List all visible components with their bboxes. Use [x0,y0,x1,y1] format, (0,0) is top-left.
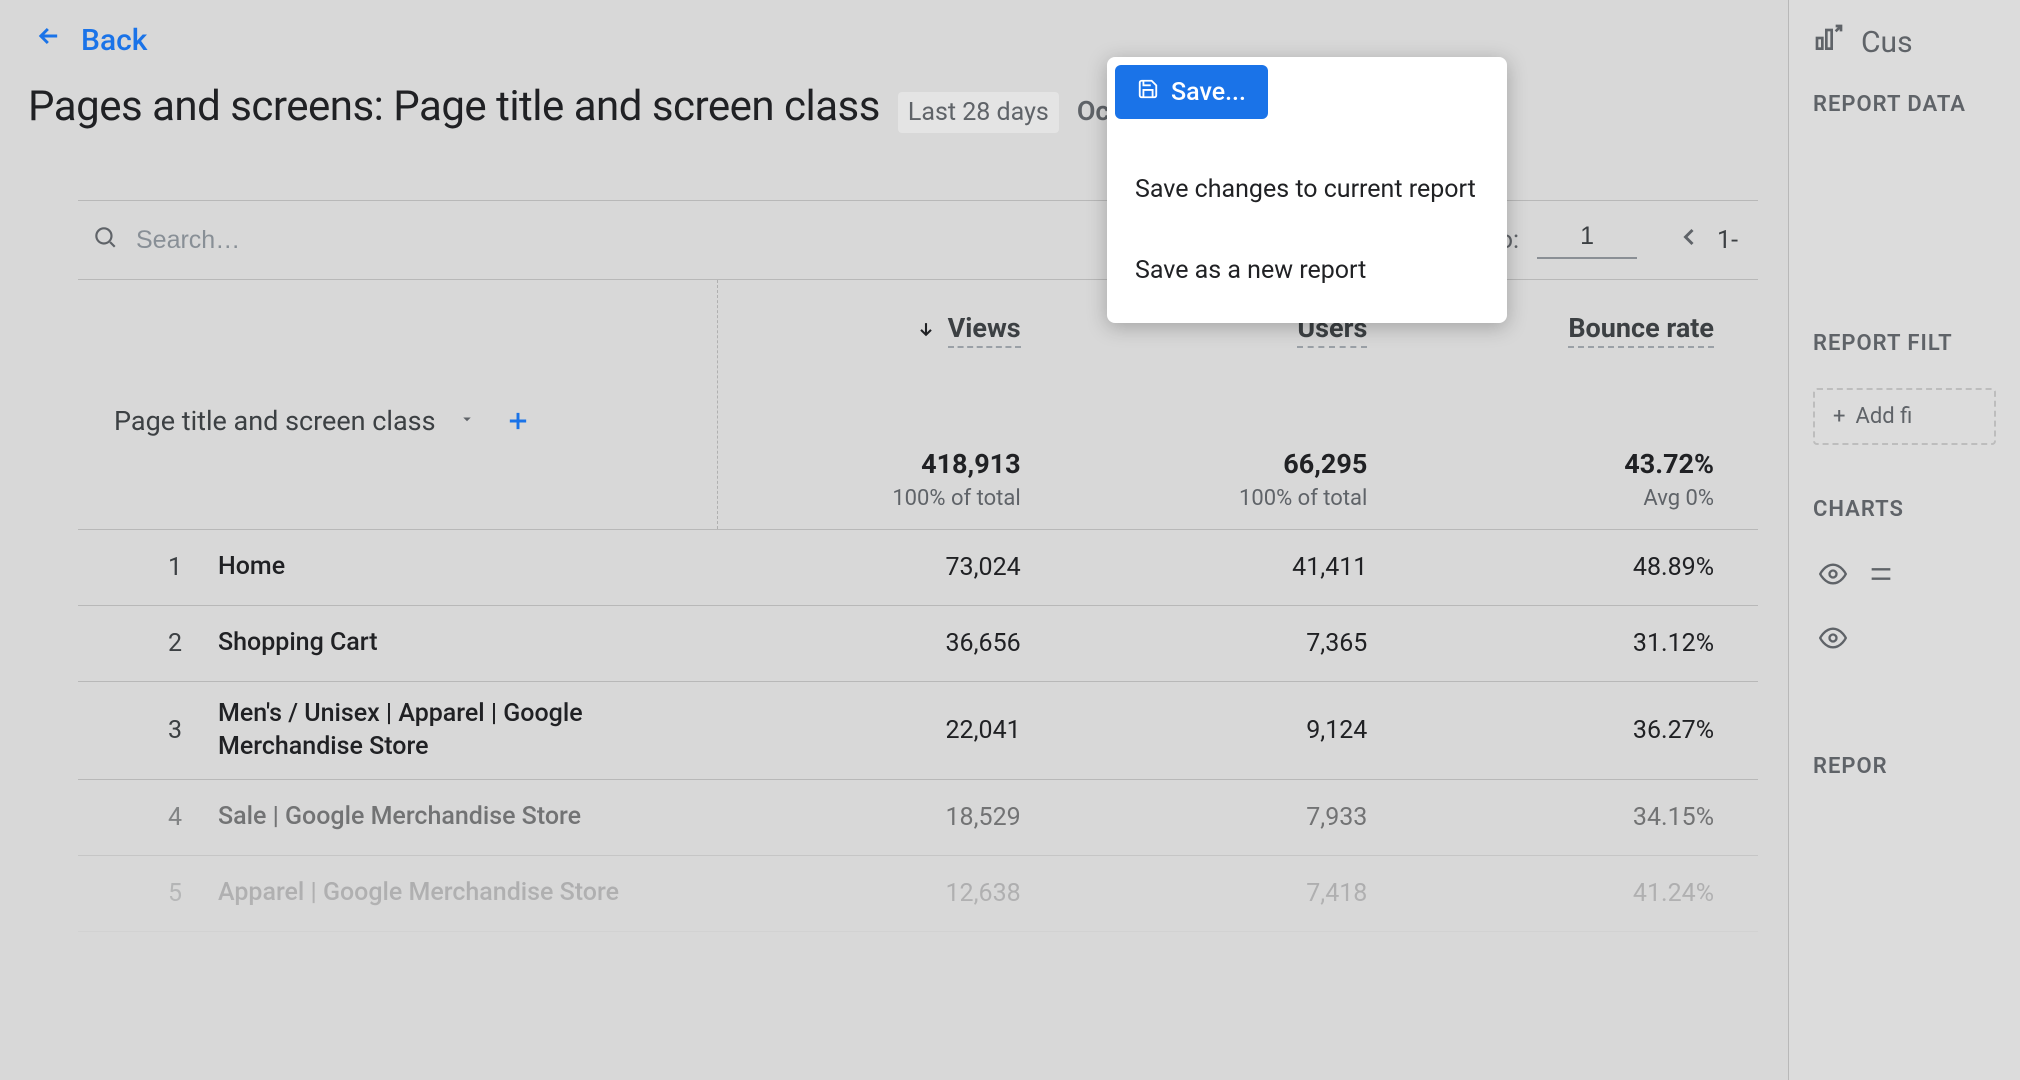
row-index: 4 [78,803,218,832]
chart-visibility-toggle-2[interactable] [1789,608,2020,672]
row-index: 2 [78,629,218,658]
customize-panel: Cus REPORT DATA REPORT FILT + Add fi CHA… [1788,0,2020,1080]
save-changes-option[interactable]: Save changes to current report [1107,149,1507,230]
search-input[interactable] [136,226,336,255]
customize-header[interactable]: Cus [1789,8,2020,70]
row-views: 36,656 [718,629,1065,658]
section-charts: CHARTS [1789,475,2020,544]
table-row[interactable]: 3 Men's / Unisex | Apparel | Google Merc… [78,682,1758,780]
row-views: 18,529 [718,803,1065,832]
table-body: 1 Home 73,024 41,411 48.89% 2 Shopping C… [78,530,1758,932]
row-label: Sale | Google Merchandise Store [218,785,718,850]
row-views: 73,024 [718,553,1065,582]
metric-subtext: 100% of total [1065,486,1368,511]
page-title: Pages and screens: Page title and screen… [28,82,880,131]
metric-total: 66,295 [1065,448,1368,480]
row-bounce: 31.12% [1411,629,1758,658]
metric-label: Views [948,312,1021,348]
arrow-left-icon [35,22,63,58]
row-views: 12,638 [718,879,1065,908]
table-row[interactable]: 4 Sale | Google Merchandise Store 18,529… [78,780,1758,856]
metric-total: 43.72% [1411,448,1714,480]
row-users: 9,124 [1065,716,1412,745]
metric-label: Bounce rate [1568,312,1714,348]
add-filter-button[interactable]: + Add fi [1813,388,1996,445]
sort-descending-icon [916,314,936,346]
customize-icon [1813,22,1845,62]
row-label: Apparel | Google Merchandise Store [218,861,718,926]
metric-subtext: Avg 0% [1411,486,1714,511]
table-row[interactable]: 2 Shopping Cart 36,656 7,365 31.12% [78,606,1758,682]
plus-icon: + [1833,404,1845,429]
eye-icon [1819,560,1847,592]
paginator: 1- [1675,223,1738,258]
table-row[interactable]: 1 Home 73,024 41,411 48.89% [78,530,1758,606]
section-report: REPOR [1789,732,2020,801]
row-index: 1 [78,553,218,582]
section-report-data: REPORT DATA [1789,70,2020,139]
save-button-label: Save... [1171,78,1246,107]
section-report-filter: REPORT FILT [1789,309,2020,378]
date-range-pill[interactable]: Last 28 days [898,92,1059,133]
save-as-new-option[interactable]: Save as a new report [1107,230,1507,311]
row-users: 7,418 [1065,879,1412,908]
table-row[interactable]: 5 Apparel | Google Merchandise Store 12,… [78,856,1758,932]
caret-down-icon[interactable] [458,410,476,432]
save-icon [1137,78,1159,107]
save-menu-popover: Save... Save changes to current report S… [1107,57,1507,323]
row-users: 7,933 [1065,803,1412,832]
back-link[interactable]: Back [35,22,147,58]
row-index: 5 [78,879,218,908]
row-index: 3 [78,716,218,745]
add-dimension-button[interactable] [498,401,538,441]
search-icon [92,224,118,257]
grip-lines-icon [1867,560,1895,592]
row-users: 41,411 [1065,553,1412,582]
row-views: 22,041 [718,716,1065,745]
metric-column-views[interactable]: Views 418,913 100% of total [718,280,1065,529]
row-bounce: 41.24% [1411,879,1758,908]
metric-total: 418,913 [718,448,1021,480]
dimension-column-header: Page title and screen class [78,280,718,529]
customize-label: Cus [1861,25,1913,60]
row-bounce: 48.89% [1411,553,1758,582]
eye-icon [1819,624,1847,656]
prev-page-button[interactable] [1675,223,1703,258]
goto-input[interactable] [1537,222,1637,259]
chart-visibility-toggle-1[interactable] [1789,544,2020,608]
dimension-label: Page title and screen class [114,405,436,437]
row-label: Home [218,535,718,600]
save-button[interactable]: Save... [1115,65,1268,119]
back-label: Back [81,23,147,58]
row-label: Shopping Cart [218,611,718,676]
row-bounce: 34.15% [1411,803,1758,832]
page-range-text: 1- [1717,226,1738,255]
row-label: Men's / Unisex | Apparel | Google Mercha… [218,682,718,779]
row-bounce: 36.27% [1411,716,1758,745]
data-table: Rows per page: 10 Go to: [78,200,1758,1080]
add-filter-label: Add fi [1855,404,1912,429]
metric-subtext: 100% of total [718,486,1021,511]
main-content: Back Pages and screens: Page title and s… [0,0,1788,1080]
row-users: 7,365 [1065,629,1412,658]
